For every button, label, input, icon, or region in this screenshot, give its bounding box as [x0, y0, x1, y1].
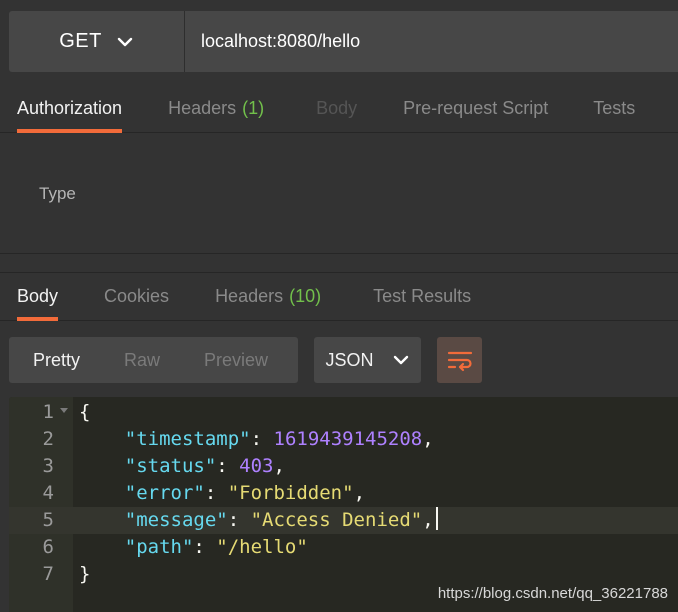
tab-label: Pre-request Script: [403, 97, 549, 118]
json-separator: :: [216, 455, 240, 477]
headers-count: (1): [242, 97, 265, 118]
code-line: 3 "status": 403,: [9, 453, 678, 480]
tab-pre-request-script[interactable]: Pre-request Script: [403, 84, 548, 132]
tab-authorization[interactable]: Authorization: [17, 84, 123, 133]
tab-response-body[interactable]: Body: [17, 273, 59, 321]
json-key: "timestamp": [124, 428, 251, 450]
method-select[interactable]: GET: [9, 11, 185, 72]
json-punctuation: ,: [353, 482, 366, 504]
json-key: "status": [124, 455, 217, 477]
code-line: 1{: [9, 399, 678, 426]
tab-label: Tests: [593, 97, 636, 118]
json-value: 1619439145208: [273, 428, 423, 450]
code-content: "status": 403,: [79, 453, 285, 480]
json-key: "error": [124, 482, 205, 504]
json-separator: :: [193, 536, 217, 558]
tab-label: Body: [316, 97, 358, 118]
tab-body[interactable]: Body: [316, 84, 357, 132]
json-separator: :: [204, 482, 228, 504]
json-value: "Forbidden": [227, 482, 354, 504]
line-number: 7: [42, 563, 54, 585]
line-number: 6: [42, 536, 54, 558]
tab-label: Body: [17, 286, 59, 306]
tab-response-headers[interactable]: Headers (10): [215, 273, 321, 320]
format-label: JSON: [325, 349, 374, 370]
response-tabs: Body Cookies Headers (10) Test Results: [0, 272, 678, 321]
json-punctuation: ,: [422, 428, 434, 450]
tab-label: Cookies: [104, 286, 170, 306]
code-line: 2 "timestamp": 1619439145208,: [9, 426, 678, 453]
code-content: "path": "/hello": [79, 534, 308, 561]
format-select[interactable]: JSON: [314, 337, 421, 383]
request-tabs: Authorization Headers (1) Body Pre-reque…: [0, 84, 678, 133]
json-separator: :: [250, 428, 274, 450]
tab-test-results[interactable]: Test Results: [373, 273, 471, 320]
line-number: 1: [42, 401, 54, 423]
text-cursor: [435, 507, 438, 530]
chevron-down-icon: [117, 37, 133, 46]
code-content: "error": "Forbidden",: [79, 480, 365, 507]
json-punctuation: ,: [273, 455, 285, 477]
line-number: 3: [42, 455, 54, 477]
tab-headers[interactable]: Headers (1): [168, 84, 264, 132]
code-content: {: [79, 399, 90, 426]
code-content: }: [79, 561, 90, 588]
view-preview-button[interactable]: Preview: [204, 337, 268, 383]
code-content: "timestamp": 1619439145208,: [79, 426, 434, 453]
view-raw-button[interactable]: Raw: [124, 337, 160, 383]
json-key: "message": [124, 509, 228, 531]
view-pretty-button[interactable]: Pretty: [33, 337, 80, 383]
json-punctuation: }: [79, 563, 91, 585]
response-body-editor[interactable]: 1{2 "timestamp": 1619439145208, 3 "status…: [9, 397, 678, 612]
response-toolbar: Pretty Raw Preview JSON: [9, 337, 482, 383]
auth-type-label: Type: [39, 184, 76, 203]
tab-label: Test Results: [373, 286, 472, 306]
tab-label: Authorization: [17, 97, 123, 118]
fold-arrow-icon[interactable]: [60, 408, 68, 413]
code-line: 4 "error": "Forbidden",: [9, 480, 678, 507]
tab-label: Headers: [215, 286, 284, 306]
tab-label: Headers: [168, 97, 237, 118]
tab-tests[interactable]: Tests: [593, 84, 635, 132]
code-line: 5 "message": "Access Denied",: [9, 507, 678, 534]
method-label: GET: [59, 30, 102, 52]
json-value: 403: [239, 455, 274, 477]
line-number: 4: [42, 482, 54, 504]
code-line: 7}: [9, 561, 678, 588]
code-line: 6 "path": "/hello": [9, 534, 678, 561]
view-mode-group: Pretty Raw Preview: [9, 337, 298, 383]
json-value: "/hello": [216, 536, 308, 558]
json-key: "path": [124, 536, 194, 558]
json-separator: :: [227, 509, 251, 531]
tab-cookies[interactable]: Cookies: [104, 273, 169, 320]
wrap-lines-button[interactable]: [437, 337, 482, 383]
authorization-panel: Type: [0, 134, 678, 254]
line-number: 2: [42, 428, 54, 450]
json-value: "Access Denied": [250, 509, 423, 531]
response-headers-count: (10): [289, 286, 322, 306]
json-punctuation: {: [79, 401, 91, 423]
wrap-lines-icon: [447, 351, 472, 372]
json-punctuation: ,: [422, 509, 434, 531]
code-content: "message": "Access Denied",: [79, 507, 438, 534]
request-bar: GET localhost:8080/hello: [9, 11, 678, 72]
chevron-down-icon: [393, 355, 408, 365]
line-number: 5: [42, 509, 54, 531]
url-input[interactable]: localhost:8080/hello: [185, 11, 678, 72]
watermark: https://blog.csdn.net/qq_36221788: [437, 585, 668, 602]
